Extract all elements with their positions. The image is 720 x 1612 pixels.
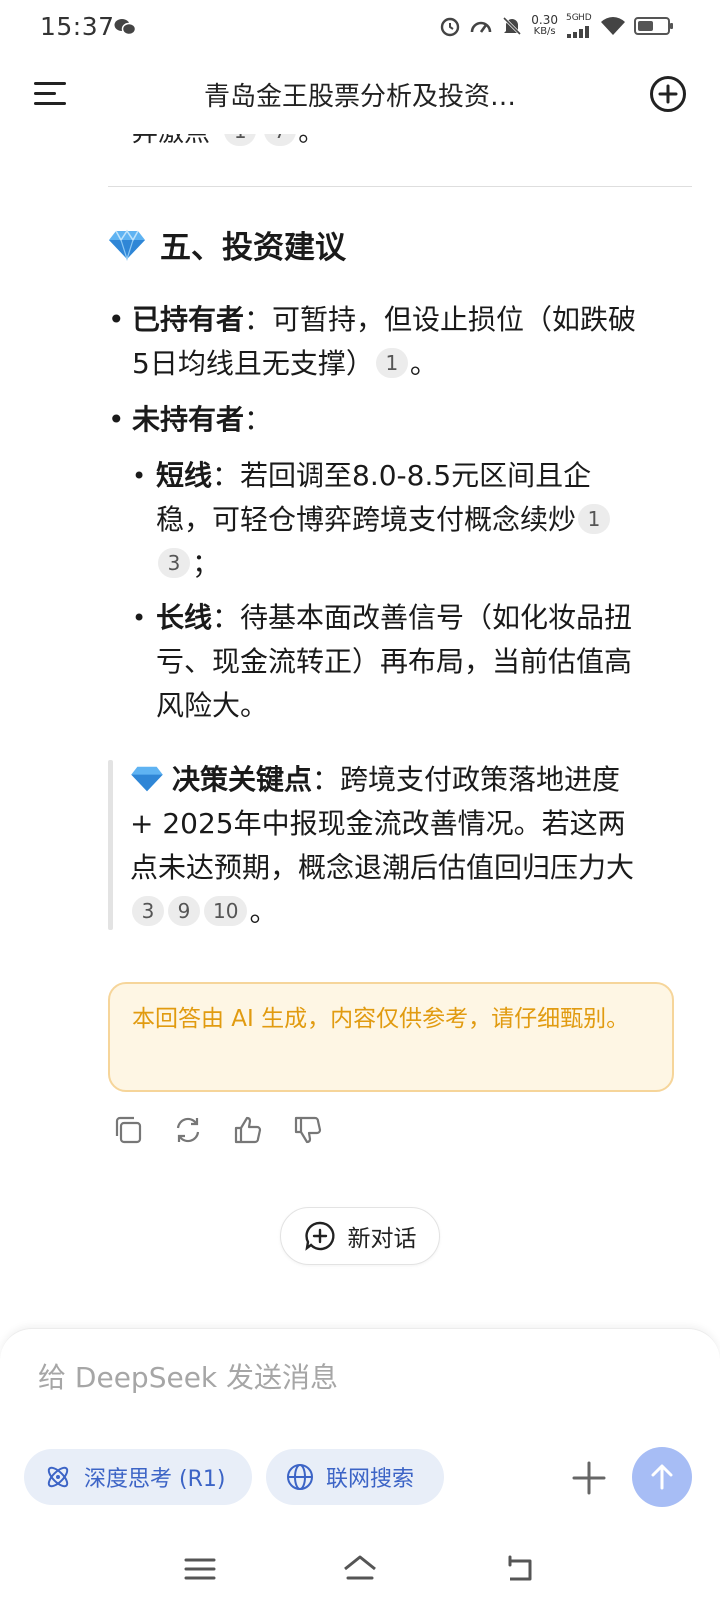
cut-off-text-rest: 激点: [158, 134, 210, 148]
bullet-bold: 短线: [156, 459, 213, 492]
bullet-text: ：可暂持，但设止损位（如跌破: [244, 303, 637, 336]
quote-text: ：跨境支付政策落地进度: [312, 763, 621, 796]
punctuation: ；: [192, 547, 221, 580]
signal-icon: 5G HD: [566, 14, 592, 38]
citation-badge[interactable]: 7: [264, 134, 297, 146]
copy-icon[interactable]: [112, 1114, 144, 1146]
bullet-dot: •: [108, 303, 125, 336]
citation-badge[interactable]: 9: [168, 896, 200, 926]
status-time: 15:37: [40, 12, 115, 41]
list-item: 已持有者：可暂持，但设止损位（如跌破 5日均线且无支撑） 1。: [132, 298, 692, 386]
wechat-icon: [114, 19, 136, 36]
bullet-bold: 未持有者: [132, 403, 245, 436]
quote-text: + 2025年中报现金流改善情况。若这两: [130, 807, 626, 840]
citation-badge[interactable]: 3: [158, 548, 190, 578]
citation-badge[interactable]: 1: [375, 348, 408, 378]
menu-icon[interactable]: [34, 78, 68, 108]
bullet-bold: 已持有者: [132, 303, 245, 336]
bullet-text: 稳，可轻仓博弈跨境支付概念续炒: [156, 503, 577, 536]
bullet-text: ：: [244, 403, 273, 436]
battery-fill: [638, 21, 654, 31]
status-icons: 0.30 KB/s 5G HD: [439, 14, 673, 38]
citation-badge[interactable]: 1: [578, 504, 611, 534]
back-icon[interactable]: [502, 1552, 538, 1586]
list-item: 未持有者：: [132, 398, 272, 442]
arrow-up-icon: [651, 1464, 673, 1490]
punctuation: 。: [249, 895, 278, 928]
status-bar: 15:37 0.30 KB/s 5G HD: [0, 0, 720, 56]
bullet-text: ：待基本面改善信号（如化妆品扭: [212, 601, 633, 634]
attach-plus-icon[interactable]: [570, 1459, 608, 1497]
network-hd-label: HD: [578, 13, 592, 23]
answer-content: 弃激点 17。 五、投资建议 • 已持有者：可暂持，但设止损位（如跌破 5日均线…: [0, 134, 720, 1324]
punctuation: 。: [298, 134, 324, 148]
citation-badge[interactable]: 10: [204, 896, 248, 926]
bullet-bold: 长线: [156, 601, 213, 634]
network-5g-label: 5G: [566, 13, 579, 23]
section-heading: 五、投资建议: [108, 222, 346, 267]
message-input[interactable]: [38, 1361, 578, 1394]
bullet-text: 5日均线且无支撑）: [132, 347, 374, 380]
bullet-text: ：若回调至8.0-8.5元区间且企: [212, 459, 592, 492]
speedometer-icon: [470, 21, 492, 33]
recent-apps-icon[interactable]: [182, 1552, 218, 1586]
divider: [108, 186, 692, 187]
thumbs-up-icon[interactable]: [232, 1114, 264, 1146]
new-dialog-icon: [304, 1221, 335, 1251]
net-speed-value: 0.30: [531, 13, 558, 27]
bullet-dot: •: [108, 403, 125, 436]
deep-think-button[interactable]: 深度思考 (R1): [24, 1449, 252, 1505]
app-header: 青岛金王股票分析及投资…: [0, 56, 720, 134]
new-dialog-button[interactable]: 新对话: [280, 1207, 440, 1265]
send-button[interactable]: [632, 1447, 692, 1507]
bullet-dot: •: [132, 462, 147, 490]
quote-text: 点未达预期，概念退潮后估值回归压力大: [130, 851, 635, 884]
web-search-button[interactable]: 联网搜索: [266, 1449, 444, 1505]
quote-bar: [108, 760, 113, 930]
ai-disclaimer: 本回答由 AI 生成，内容仅供参考，请仔细甄别。: [108, 982, 674, 1092]
regenerate-icon[interactable]: [172, 1114, 204, 1146]
section-heading-text: 五、投资建议: [160, 230, 346, 266]
mute-bell-icon: [503, 16, 522, 36]
message-actions: [112, 1114, 324, 1146]
system-nav-bar: [0, 1540, 720, 1600]
deep-think-label: 深度思考 (R1): [84, 1467, 226, 1492]
bullet-text: 风险大。: [156, 689, 269, 722]
new-chat-icon[interactable]: [648, 74, 688, 114]
thumbs-down-icon[interactable]: [292, 1114, 324, 1146]
home-icon[interactable]: [342, 1552, 378, 1586]
gem-icon: [131, 766, 163, 792]
new-dialog-label: 新对话: [347, 1226, 417, 1252]
citation-badge[interactable]: 3: [132, 896, 164, 926]
atom-icon: [47, 1466, 69, 1488]
bullet-text: 亏、现金流转正）再布局，当前估值高: [156, 645, 633, 678]
wifi-icon: [601, 17, 625, 35]
globe-icon: [287, 1464, 313, 1490]
quote-bold: 决策关键点: [172, 763, 313, 796]
list-item: 长线：待基本面改善信号（如化妆品扭 亏、现金流转正）再布局，当前估值高 风险大。: [156, 596, 686, 728]
web-search-label: 联网搜索: [326, 1467, 415, 1492]
cut-off-text: 弃: [132, 134, 158, 148]
list-item: 短线：若回调至8.0-8.5元区间且企 稳，可轻仓博弈跨境支付概念续炒 1 3；: [156, 454, 686, 586]
citation-badge[interactable]: 1: [224, 134, 257, 146]
bullet-dot: •: [132, 604, 147, 632]
cut-off-line: 弃激点 17。: [132, 134, 324, 149]
net-speed-unit: KB/s: [533, 26, 556, 37]
battery-icon: [634, 17, 673, 35]
conversation-title[interactable]: 青岛金王股票分析及投资…: [150, 76, 570, 113]
punctuation: 。: [409, 347, 438, 380]
net-speed: 0.30 KB/s: [531, 14, 558, 38]
key-points-quote: 决策关键点：跨境支付政策落地进度 + 2025年中报现金流改善情况。若这两 点未…: [130, 758, 682, 934]
gem-icon: [109, 229, 145, 261]
alarm-icon: [441, 17, 460, 37]
